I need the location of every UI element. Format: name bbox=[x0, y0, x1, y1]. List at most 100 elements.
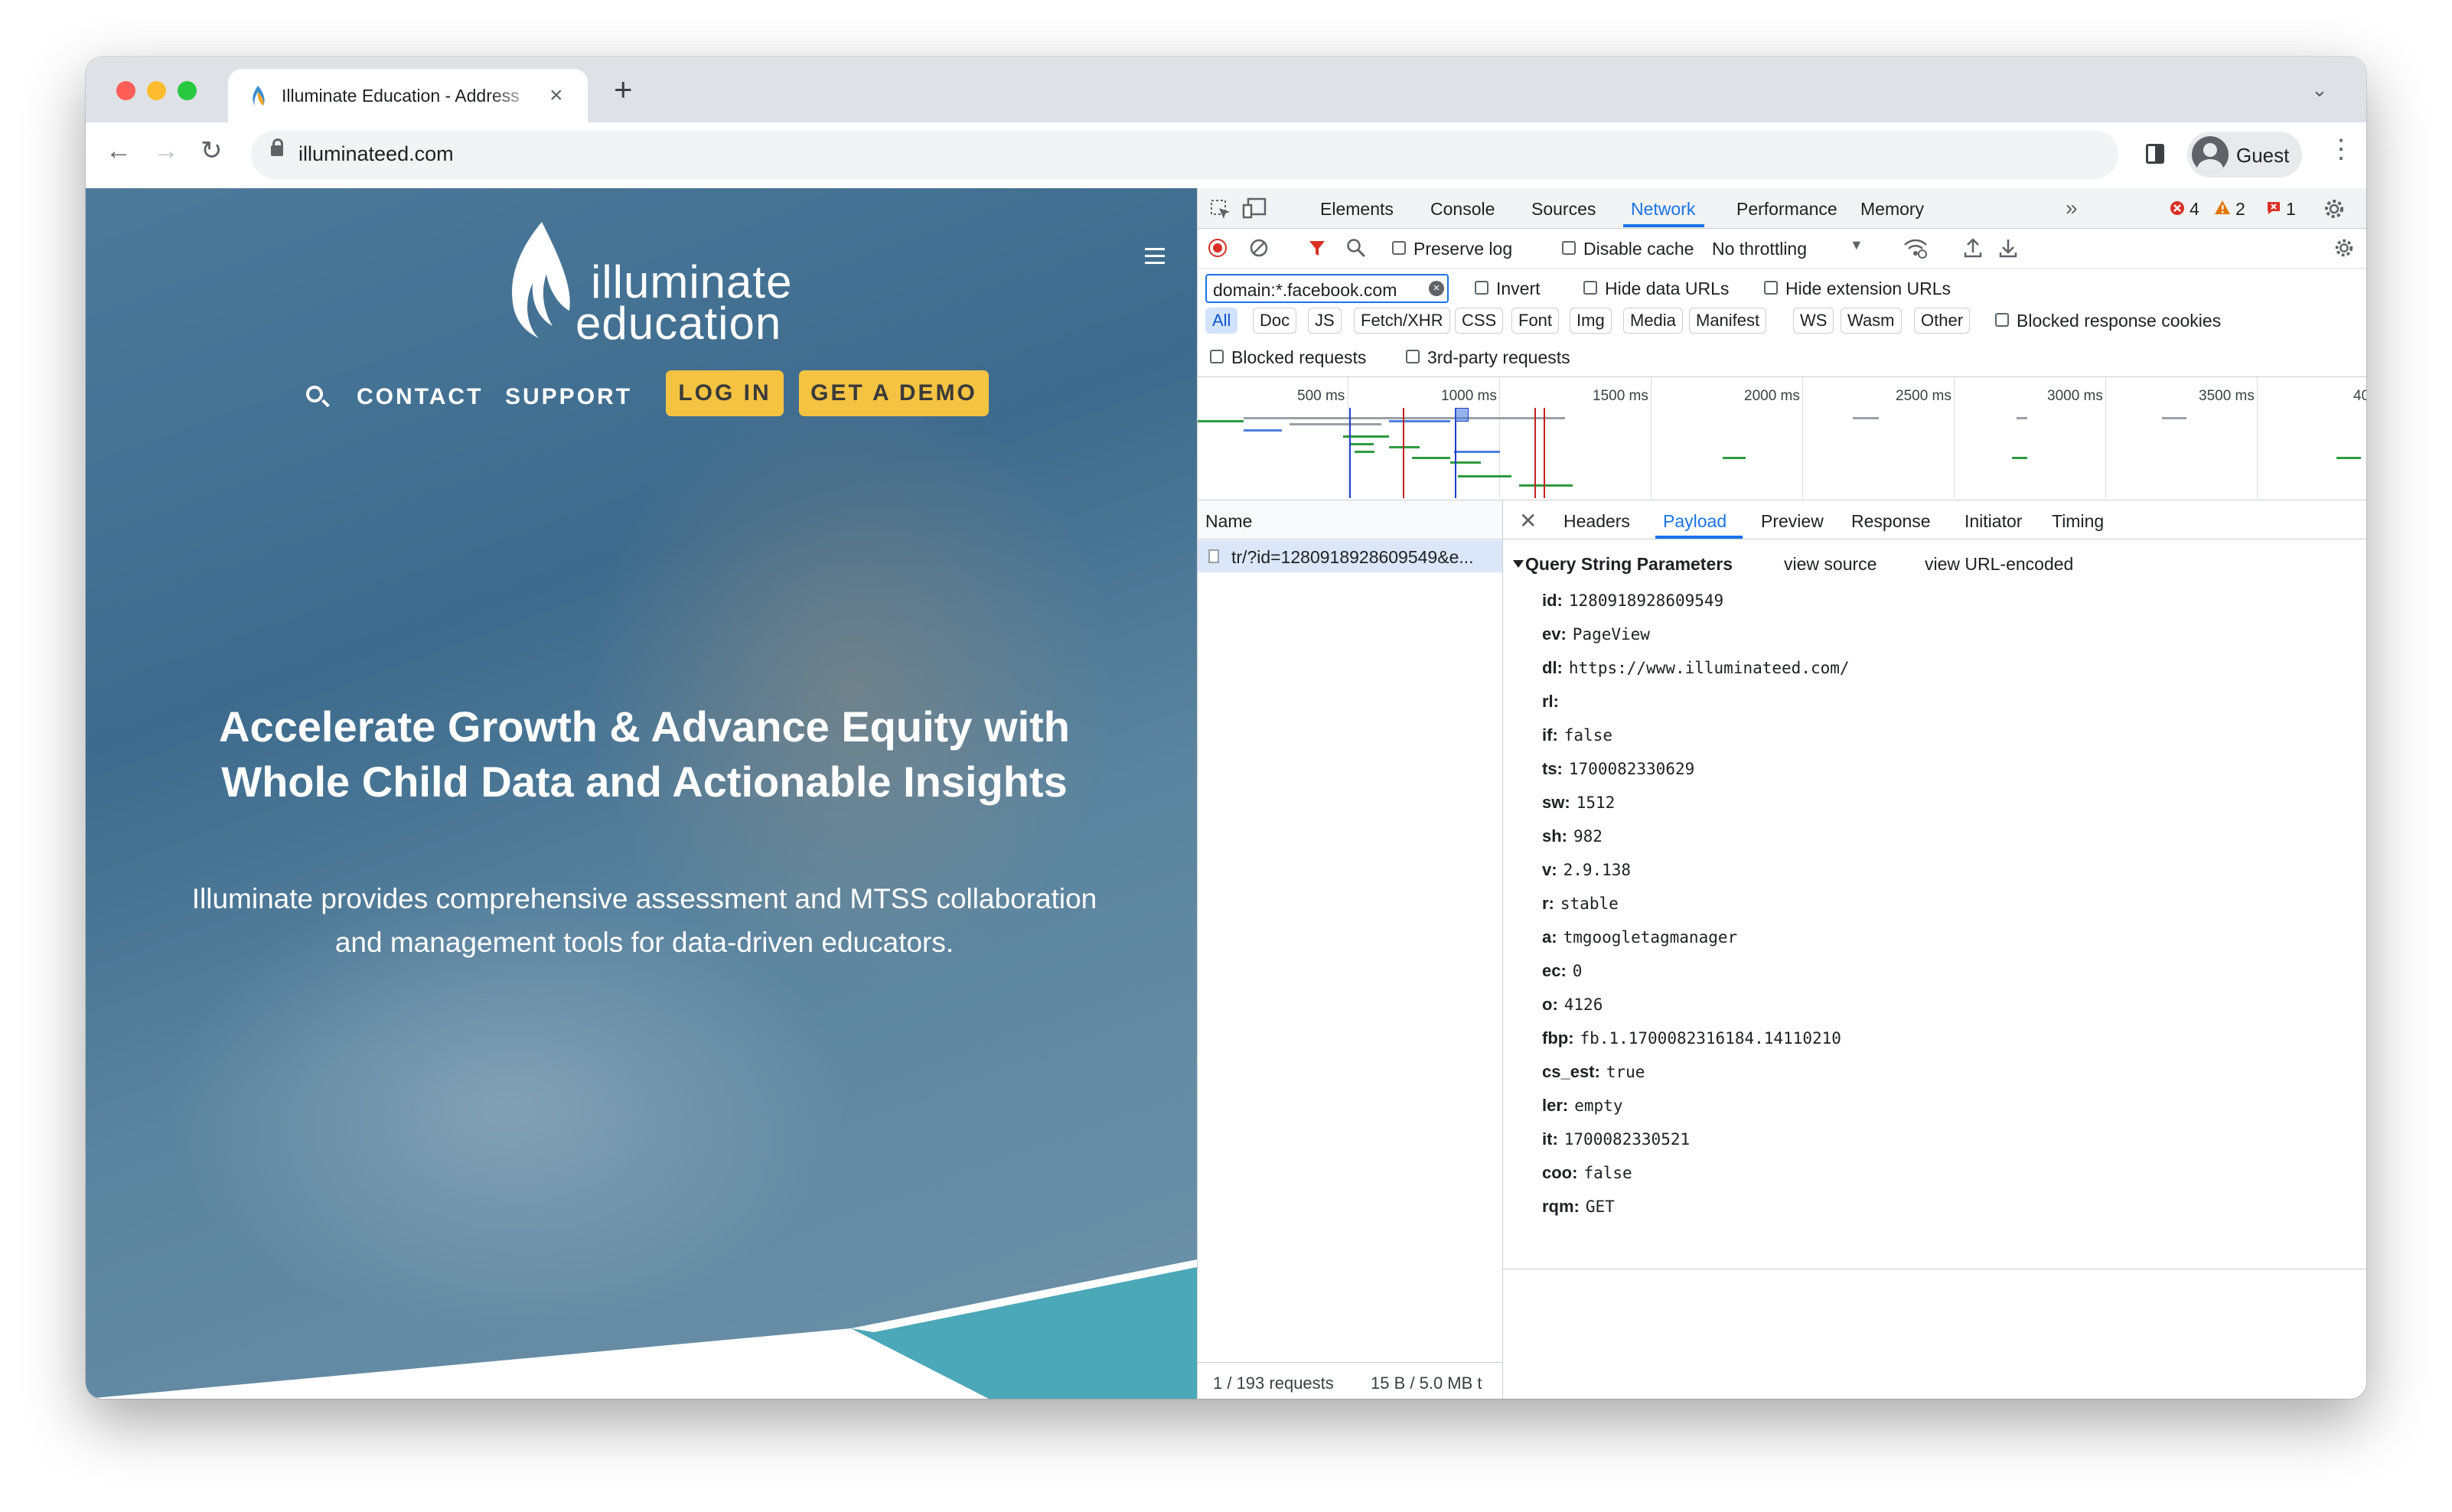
inspect-element-icon[interactable] bbox=[1210, 199, 1231, 220]
more-tabs-icon[interactable]: » bbox=[2066, 196, 2078, 220]
tab-memory[interactable]: Memory bbox=[1860, 199, 1924, 220]
login-button[interactable]: LOG IN bbox=[666, 370, 784, 416]
chip-wasm[interactable]: Wasm bbox=[1841, 308, 1902, 334]
third-party-requests-label[interactable]: 3rd-party requests bbox=[1427, 347, 1570, 368]
query-param-row[interactable]: sw: 1512 bbox=[1542, 793, 1615, 813]
network-overview-timeline[interactable]: 500 ms 1000 ms 1500 ms 2000 ms 2500 ms 3… bbox=[1198, 376, 2366, 500]
tab-console[interactable]: Console bbox=[1430, 199, 1495, 220]
query-param-row[interactable]: rl: bbox=[1542, 692, 1565, 712]
hamburger-menu-icon[interactable] bbox=[1145, 248, 1165, 265]
third-party-requests-checkbox[interactable] bbox=[1406, 350, 1420, 363]
error-count[interactable]: 4 bbox=[2190, 199, 2199, 220]
disable-cache-label[interactable]: Disable cache bbox=[1583, 239, 1694, 259]
back-arrow-icon[interactable]: ← bbox=[106, 138, 132, 164]
throttling-dropdown-icon[interactable]: ▼ bbox=[1850, 237, 1863, 253]
hide-extension-urls-label[interactable]: Hide extension URLs bbox=[1785, 279, 1951, 299]
chip-other[interactable]: Other bbox=[1914, 308, 1971, 334]
tab-timing[interactable]: Timing bbox=[2052, 511, 2104, 532]
chip-all[interactable]: All bbox=[1205, 308, 1238, 334]
query-param-row[interactable]: a: tmgoogletagmanager bbox=[1542, 927, 1737, 947]
tab-search-chevron-icon[interactable]: ⌄ bbox=[2311, 78, 2328, 102]
chip-fetch-xhr[interactable]: Fetch/XHR bbox=[1354, 308, 1450, 334]
chip-media[interactable]: Media bbox=[1623, 308, 1683, 334]
address-bar[interactable]: illuminateed.com bbox=[251, 130, 2118, 179]
disable-cache-checkbox[interactable] bbox=[1562, 241, 1576, 255]
maximize-window-button[interactable] bbox=[178, 81, 197, 100]
blocked-response-cookies-checkbox[interactable] bbox=[1995, 313, 2009, 327]
tab-initiator[interactable]: Initiator bbox=[1965, 511, 2022, 532]
tab-payload[interactable]: Payload bbox=[1663, 511, 1727, 532]
invert-label[interactable]: Invert bbox=[1496, 279, 1541, 299]
network-settings-icon[interactable] bbox=[2333, 237, 2355, 259]
chip-font[interactable]: Font bbox=[1511, 308, 1560, 334]
chip-doc[interactable]: Doc bbox=[1253, 308, 1297, 334]
query-param-row[interactable]: if: false bbox=[1542, 725, 1612, 745]
tab-response[interactable]: Response bbox=[1851, 511, 1931, 532]
clear-filter-icon[interactable]: × bbox=[1429, 281, 1444, 296]
tab-sources[interactable]: Sources bbox=[1531, 199, 1596, 220]
devtools-menu-icon[interactable]: ⋮ bbox=[2359, 196, 2366, 221]
tab-preview[interactable]: Preview bbox=[1761, 511, 1824, 532]
query-param-row[interactable]: sh: 982 bbox=[1542, 826, 1603, 846]
tab-performance[interactable]: Performance bbox=[1736, 199, 1837, 220]
chip-css[interactable]: CSS bbox=[1455, 308, 1504, 334]
reload-icon[interactable]: ↻ bbox=[201, 138, 223, 164]
query-param-row[interactable]: fbp: fb.1.1700082316184.14110210 bbox=[1542, 1028, 1841, 1048]
query-param-row[interactable]: ts: 1700082330629 bbox=[1542, 759, 1694, 779]
settings-gear-icon[interactable] bbox=[2323, 197, 2346, 220]
get-a-demo-button[interactable]: GET A DEMO bbox=[799, 370, 989, 416]
chip-img[interactable]: Img bbox=[1570, 308, 1612, 334]
warning-icon[interactable] bbox=[2214, 200, 2231, 215]
support-link[interactable]: SUPPORT bbox=[505, 384, 632, 410]
issues-icon[interactable] bbox=[2266, 200, 2281, 216]
invert-checkbox[interactable] bbox=[1475, 281, 1488, 295]
profile-button[interactable]: Guest bbox=[2187, 132, 2302, 178]
throttling-select[interactable]: No throttling bbox=[1712, 239, 1807, 259]
network-conditions-icon[interactable] bbox=[1903, 237, 1928, 259]
collapse-triangle-icon[interactable] bbox=[1513, 560, 1524, 568]
address-url[interactable]: illuminateed.com bbox=[298, 142, 454, 166]
chip-ws-visible[interactable]: WS bbox=[1793, 308, 1834, 334]
hide-data-urls-label[interactable]: Hide data URLs bbox=[1605, 279, 1729, 299]
query-param-row[interactable]: dl: https://www.illuminateed.com/ bbox=[1542, 658, 1850, 678]
blocked-requests-label[interactable]: Blocked requests bbox=[1231, 347, 1366, 368]
warning-count[interactable]: 2 bbox=[2235, 199, 2245, 220]
error-icon[interactable] bbox=[2170, 200, 2185, 216]
side-panel-icon[interactable] bbox=[2146, 144, 2164, 164]
tab-close-icon[interactable]: × bbox=[549, 83, 563, 109]
query-param-row[interactable]: cs_est: true bbox=[1542, 1062, 1645, 1082]
contact-link[interactable]: CONTACT bbox=[357, 384, 483, 410]
filter-input[interactable]: domain:*.facebook.com × bbox=[1205, 274, 1449, 303]
tab-network[interactable]: Network bbox=[1631, 199, 1695, 220]
view-url-encoded-link[interactable]: view URL-encoded bbox=[1925, 554, 2073, 575]
name-column-header[interactable]: Name bbox=[1198, 500, 1502, 539]
query-param-row[interactable]: id: 1280918928609549 bbox=[1542, 591, 1723, 611]
issues-count[interactable]: 1 bbox=[2286, 199, 2296, 220]
chip-js[interactable]: JS bbox=[1308, 308, 1342, 334]
view-source-link[interactable]: view source bbox=[1784, 554, 1876, 575]
blocked-requests-checkbox[interactable] bbox=[1210, 350, 1224, 363]
query-string-parameters-title[interactable]: Query String Parameters bbox=[1525, 554, 1733, 575]
close-detail-icon[interactable]: ✕ bbox=[1519, 508, 1537, 533]
browser-tab[interactable]: Illuminate Education - Address × bbox=[228, 69, 588, 122]
lock-icon[interactable] bbox=[271, 138, 283, 156]
query-param-row[interactable]: coo: false bbox=[1542, 1163, 1632, 1183]
table-row[interactable]: tr/?id=1280918928609549&e... bbox=[1198, 540, 1502, 572]
query-param-row[interactable]: it: 1700082330521 bbox=[1542, 1129, 1690, 1149]
blocked-response-cookies-label[interactable]: Blocked response cookies bbox=[2017, 311, 2221, 331]
browser-menu-icon[interactable]: ⋮ bbox=[2328, 136, 2354, 162]
device-toolbar-icon[interactable] bbox=[1242, 197, 1267, 220]
site-search-icon[interactable] bbox=[306, 386, 323, 402]
query-param-row[interactable]: r: stable bbox=[1542, 894, 1619, 914]
forward-arrow-icon[interactable]: → bbox=[153, 138, 179, 164]
query-param-row[interactable]: rqm: GET bbox=[1542, 1197, 1615, 1217]
hide-data-urls-checkbox[interactable] bbox=[1583, 281, 1597, 295]
request-name[interactable]: tr/?id=1280918928609549&e... bbox=[1231, 547, 1474, 568]
query-param-row[interactable]: o: 4126 bbox=[1542, 995, 1603, 1015]
hide-extension-urls-checkbox[interactable] bbox=[1764, 281, 1778, 295]
minimize-window-button[interactable] bbox=[147, 81, 166, 100]
query-param-row[interactable]: v: 2.9.138 bbox=[1542, 860, 1631, 880]
name-column-label[interactable]: Name bbox=[1205, 511, 1252, 532]
clear-log-icon[interactable] bbox=[1250, 239, 1268, 257]
query-param-row[interactable]: ec: 0 bbox=[1542, 961, 1582, 981]
